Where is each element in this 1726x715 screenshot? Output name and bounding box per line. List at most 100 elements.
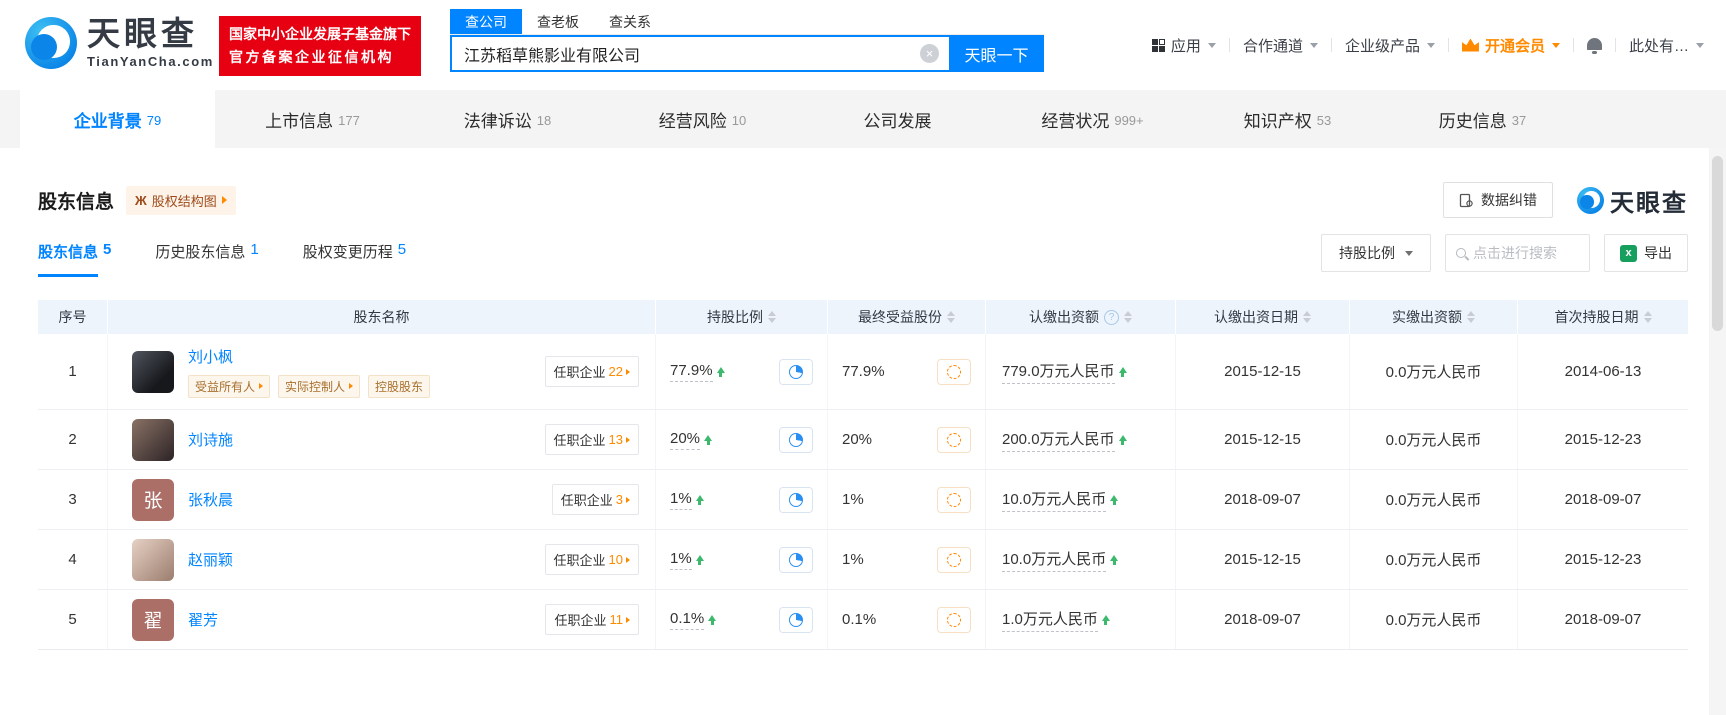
export-button[interactable]: 导出 bbox=[1604, 234, 1688, 272]
benefit-structure-button[interactable] bbox=[937, 358, 971, 385]
column-header-认缴出资日期[interactable]: 认缴出资日期 bbox=[1176, 300, 1350, 334]
search-input[interactable] bbox=[450, 35, 949, 72]
tianyancha-logo[interactable]: 天眼查 TianYanCha.com bbox=[25, 17, 214, 69]
shareholder-name-link[interactable]: 刘小枫 bbox=[188, 346, 430, 367]
sort-icon[interactable] bbox=[1643, 311, 1652, 323]
sort-icon[interactable] bbox=[1124, 311, 1132, 323]
sort-asc-icon bbox=[1124, 311, 1132, 316]
ratio-value[interactable]: 0.1% bbox=[670, 610, 705, 630]
jobs-button[interactable]: 任职企业 10 bbox=[544, 544, 639, 575]
column-header-持股比例[interactable]: 持股比例 bbox=[656, 300, 828, 334]
shareholder-name-link[interactable]: 刘诗施 bbox=[188, 429, 233, 450]
tab-经营状况[interactable]: 经营状况 999+ bbox=[995, 90, 1190, 148]
jobs-button[interactable]: 任职企业 11 bbox=[545, 604, 639, 635]
benefit-value: 1% bbox=[842, 551, 864, 568]
jobs-count: 11 bbox=[609, 612, 624, 627]
benefit-structure-button[interactable] bbox=[937, 426, 971, 453]
subscribed-value[interactable]: 779.0万元人民币 bbox=[1002, 360, 1115, 384]
info-icon[interactable] bbox=[1104, 309, 1119, 325]
tab-法律诉讼[interactable]: 法律诉讼 18 bbox=[410, 90, 605, 148]
ratio-value[interactable]: 20% bbox=[670, 430, 701, 450]
column-label: 首次持股日期 bbox=[1554, 309, 1639, 325]
jobs-button[interactable]: 任职企业 22 bbox=[544, 356, 639, 387]
search-tab-查关系[interactable]: 查关系 bbox=[594, 9, 666, 34]
jobs-button[interactable]: 任职企业 3 bbox=[551, 484, 639, 515]
sort-icon[interactable] bbox=[947, 311, 955, 323]
column-header-最终受益股份[interactable]: 最终受益股份 bbox=[828, 300, 986, 334]
equity-structure-button[interactable]: 股权结构图 bbox=[126, 185, 236, 215]
column-header-首次持股日期[interactable]: 首次持股日期 bbox=[1518, 300, 1688, 334]
nav-item-开通会员[interactable]: 开通会员 bbox=[1461, 35, 1560, 56]
table-search-input[interactable] bbox=[1473, 245, 1579, 261]
tab-历史信息[interactable]: 历史信息 37 bbox=[1385, 90, 1580, 148]
nav-item-企业级产品[interactable]: 企业级产品 bbox=[1345, 35, 1435, 56]
avatar[interactable] bbox=[132, 418, 174, 461]
tag-受益所有人[interactable]: 受益所有人 bbox=[188, 374, 271, 398]
avatar[interactable] bbox=[132, 538, 174, 581]
column-label: 持股比例 bbox=[707, 309, 763, 325]
column-header-认缴出资额[interactable]: 认缴出资额 bbox=[986, 300, 1176, 334]
subscribed-value[interactable]: 200.0万元人民币 bbox=[1002, 428, 1115, 452]
nav-item-label: 此处有… bbox=[1628, 37, 1689, 55]
sort-asc-icon bbox=[1643, 311, 1652, 316]
nav-item-bell[interactable] bbox=[1586, 38, 1602, 54]
tag-实际控制人[interactable]: 实际控制人 bbox=[278, 374, 361, 398]
ratio-value[interactable]: 1% bbox=[670, 550, 692, 570]
tab-公司发展[interactable]: 公司发展 bbox=[800, 90, 995, 148]
ratio-value[interactable]: 77.9% bbox=[670, 362, 713, 382]
pie-chart-button[interactable] bbox=[779, 486, 813, 513]
benefit-structure-button[interactable] bbox=[937, 606, 971, 633]
benefit-structure-button[interactable] bbox=[937, 486, 971, 513]
data-correction-button[interactable]: 数据纠错 bbox=[1443, 182, 1553, 218]
table-search-box[interactable] bbox=[1445, 234, 1590, 272]
pie-chart-button[interactable] bbox=[779, 546, 813, 573]
avatar[interactable] bbox=[132, 350, 174, 393]
tab-企业背景[interactable]: 企业背景 79 bbox=[20, 90, 215, 148]
subscribed-value[interactable]: 10.0万元人民币 bbox=[1002, 488, 1107, 512]
column-label: 序号 bbox=[58, 309, 87, 325]
avatar[interactable]: 张 bbox=[132, 478, 174, 521]
nav-item-合作通道[interactable]: 合作通道 bbox=[1243, 35, 1318, 56]
sort-asc-icon bbox=[1303, 311, 1311, 316]
sort-desc-icon bbox=[1467, 318, 1475, 323]
tab-上市信息[interactable]: 上市信息 177 bbox=[215, 90, 410, 148]
jobs-label: 任职企业 bbox=[560, 493, 613, 508]
subscribed-value[interactable]: 10.0万元人民币 bbox=[1002, 548, 1107, 572]
search-button[interactable]: 天眼一下 bbox=[949, 35, 1044, 72]
pie-chart-button[interactable] bbox=[779, 426, 813, 453]
column-label: 股东名称 bbox=[353, 309, 410, 325]
column-header-实缴出资额[interactable]: 实缴出资额 bbox=[1350, 300, 1518, 334]
tab-知识产权[interactable]: 知识产权 53 bbox=[1190, 90, 1385, 148]
nav-item-应用[interactable]: 应用 bbox=[1151, 35, 1216, 56]
avatar[interactable]: 翟 bbox=[132, 598, 174, 641]
shareholder-name-link[interactable]: 赵丽颖 bbox=[188, 549, 233, 570]
tag-控股股东[interactable]: 控股股东 bbox=[368, 374, 431, 398]
pie-chart-button[interactable] bbox=[779, 358, 813, 385]
jobs-button[interactable]: 任职企业 13 bbox=[544, 424, 639, 455]
jobs-label: 任职企业 bbox=[553, 433, 606, 448]
benefit-structure-button[interactable] bbox=[937, 546, 971, 573]
sort-icon[interactable] bbox=[768, 311, 776, 323]
tab-count: 37 bbox=[1511, 112, 1527, 128]
scrollbar-track[interactable] bbox=[1709, 148, 1726, 715]
search-tab-查老板[interactable]: 查老板 bbox=[522, 9, 594, 34]
clear-icon[interactable] bbox=[920, 44, 939, 63]
scrollbar-thumb[interactable] bbox=[1712, 156, 1723, 331]
shareholder-name-link[interactable]: 翟芳 bbox=[188, 609, 218, 630]
subtab-历史股东信息[interactable]: 历史股东信息 1 bbox=[155, 241, 258, 277]
equity-structure-label: 股权结构图 bbox=[151, 193, 217, 209]
nav-item-此处有…[interactable]: 此处有… bbox=[1629, 35, 1704, 56]
ratio-value[interactable]: 1% bbox=[670, 490, 692, 510]
subscribed-value[interactable]: 1.0万元人民币 bbox=[1002, 608, 1098, 632]
tab-经营风险[interactable]: 经营风险 10 bbox=[605, 90, 800, 148]
subtab-股东信息[interactable]: 股东信息 5 bbox=[38, 241, 111, 277]
subtab-股权变更历程[interactable]: 股权变更历程 5 bbox=[303, 241, 406, 277]
sort-icon[interactable] bbox=[1303, 311, 1311, 323]
sort-icon[interactable] bbox=[1467, 311, 1475, 323]
cell-first-date: 2014-06-13 bbox=[1518, 334, 1688, 409]
search-tab-查公司[interactable]: 查公司 bbox=[450, 9, 522, 34]
ratio-filter-dropdown[interactable]: 持股比例 bbox=[1321, 234, 1431, 272]
pie-chart-button[interactable] bbox=[779, 606, 813, 633]
subscribed-date: 2015-12-15 bbox=[1224, 551, 1301, 568]
shareholder-name-link[interactable]: 张秋晨 bbox=[188, 489, 233, 510]
